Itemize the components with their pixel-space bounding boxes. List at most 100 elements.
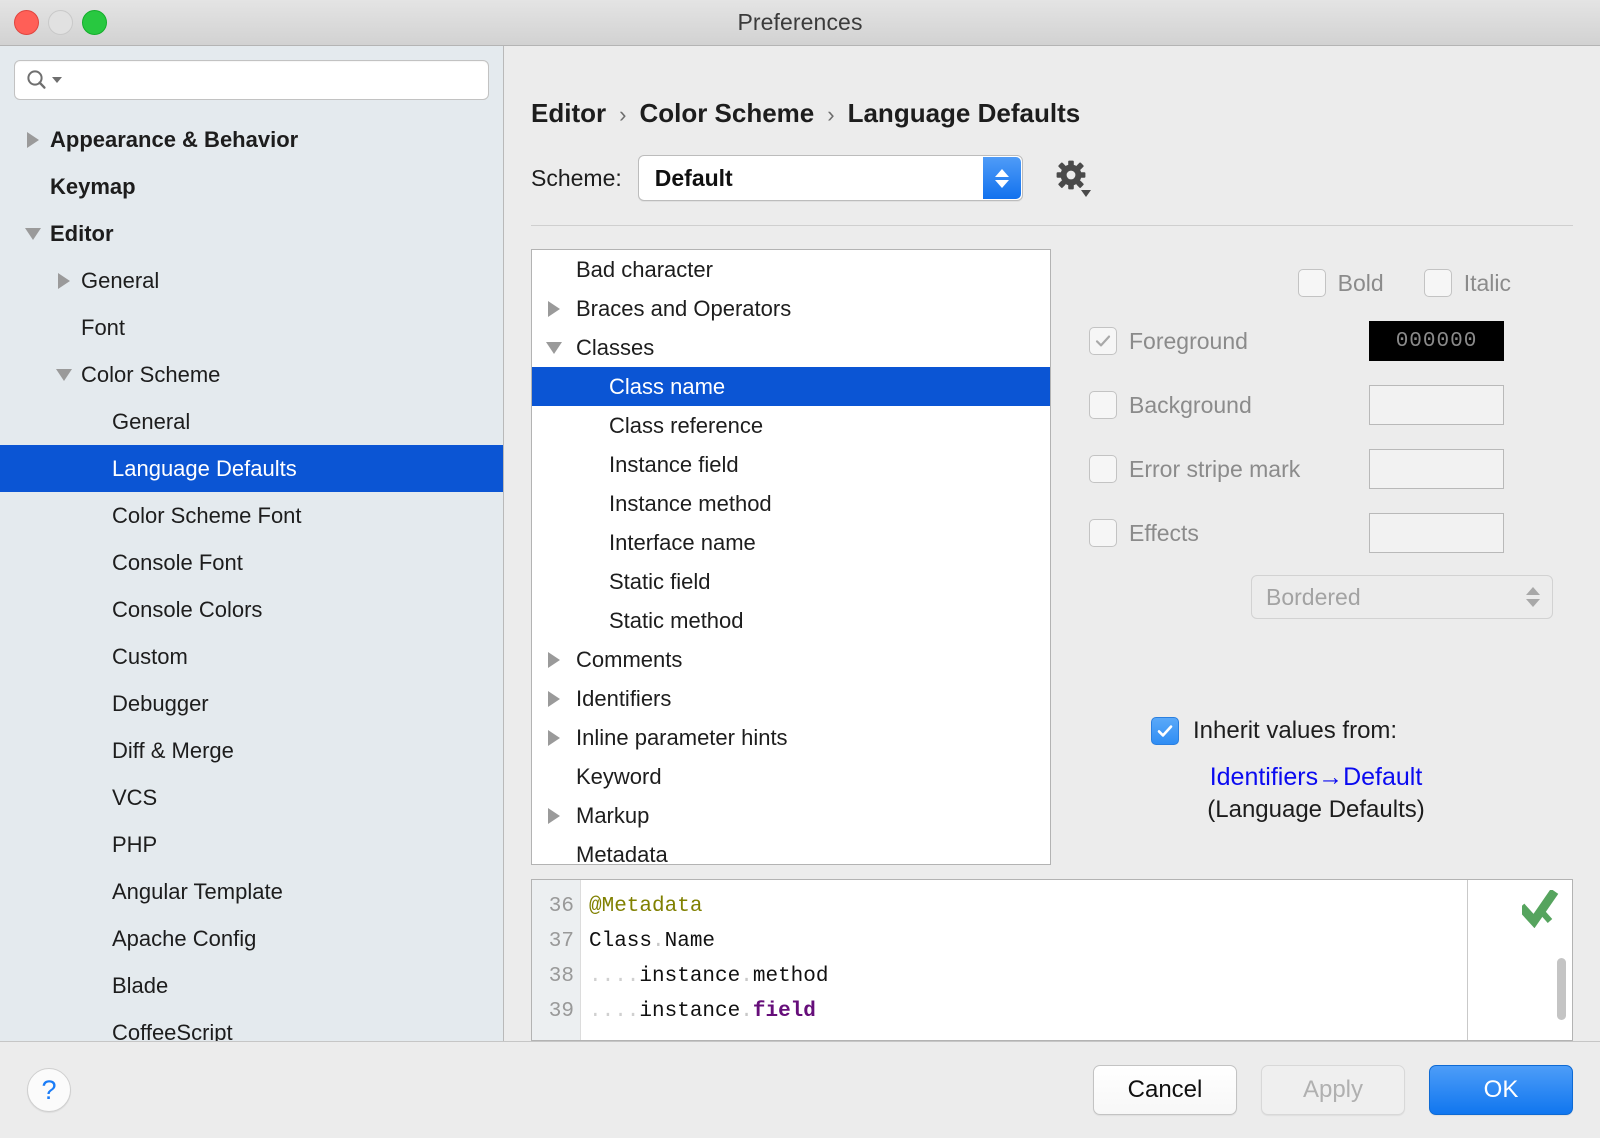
attribute-tree-row[interactable]: Instance method	[532, 484, 1050, 523]
sidebar-item[interactable]: Blade	[0, 962, 503, 1009]
apply-button[interactable]: Apply	[1261, 1065, 1405, 1115]
attribute-checkbox-pair[interactable]: Foreground	[1089, 327, 1369, 355]
effect-type-stepper-icon[interactable]	[1526, 576, 1540, 618]
cancel-button[interactable]: Cancel	[1093, 1065, 1237, 1115]
color-swatch[interactable]	[1369, 449, 1504, 489]
sidebar-item[interactable]: Console Colors	[0, 586, 503, 633]
chevron-down-icon[interactable]	[25, 227, 41, 240]
search-box[interactable]	[14, 60, 489, 100]
attribute-tree-row[interactable]: Static method	[532, 601, 1050, 640]
twisty[interactable]	[532, 651, 576, 668]
zoom-button[interactable]	[82, 10, 107, 35]
attribute-tree-row[interactable]: Metadata	[532, 835, 1050, 865]
attribute-tree-row[interactable]: Markup	[532, 796, 1050, 835]
twisty[interactable]	[47, 368, 81, 381]
breadcrumb-part[interactable]: Color Scheme	[639, 98, 814, 129]
sidebar-item[interactable]: Color Scheme	[0, 351, 503, 398]
sidebar-item[interactable]: Console Font	[0, 539, 503, 586]
sidebar-item[interactable]: Apache Config	[0, 915, 503, 962]
bold-checkbox[interactable]	[1297, 269, 1326, 297]
attribute-tree-row[interactable]: Bad character	[532, 250, 1050, 289]
twisty[interactable]	[532, 729, 576, 746]
twisty[interactable]	[532, 807, 576, 824]
chevron-right-icon[interactable]	[548, 729, 560, 746]
inherit-row[interactable]: Inherit values from:	[1151, 717, 1573, 745]
italic-checkbox-pair[interactable]: Italic	[1423, 269, 1511, 297]
sidebar-item[interactable]: Keymap	[0, 163, 503, 210]
sidebar-item[interactable]: Debugger	[0, 680, 503, 727]
close-button[interactable]	[14, 10, 39, 35]
search-input[interactable]	[70, 69, 478, 91]
line-number: 39	[548, 1000, 574, 1023]
attribute-tree-row[interactable]: Braces and Operators	[532, 289, 1050, 328]
attribute-checkbox-pair[interactable]: Error stripe mark	[1089, 455, 1369, 483]
twisty[interactable]	[532, 300, 576, 317]
sidebar-item[interactable]: Diff & Merge	[0, 727, 503, 774]
inherit-source-link[interactable]: Identifiers→Default	[1210, 763, 1423, 791]
preview-code[interactable]: @Metadata Class.Name ....instance.method..…	[581, 880, 1467, 1040]
attribute-checkbox[interactable]	[1089, 519, 1117, 547]
effect-type-select[interactable]: Bordered	[1251, 575, 1553, 619]
attribute-tree-row[interactable]: Keyword	[532, 757, 1050, 796]
sidebar-item[interactable]: Custom	[0, 633, 503, 680]
chevron-right-icon[interactable]	[27, 131, 39, 148]
chevron-right-icon[interactable]	[58, 272, 70, 289]
search-dropdown-icon[interactable]	[50, 73, 64, 87]
chevron-down-icon[interactable]	[546, 341, 562, 354]
inherit-checkbox[interactable]	[1151, 717, 1179, 745]
sidebar-item[interactable]: Appearance & Behavior	[0, 116, 503, 163]
attribute-tree-row[interactable]: Comments	[532, 640, 1050, 679]
preview-scrollbar[interactable]	[1557, 958, 1566, 1020]
chevron-right-icon[interactable]	[548, 651, 560, 668]
bold-checkbox-pair[interactable]: Bold	[1297, 269, 1384, 297]
chevron-right-icon[interactable]	[548, 807, 560, 824]
sidebar-item[interactable]: Language Defaults	[0, 445, 503, 492]
attribute-tree-row[interactable]: Inline parameter hints	[532, 718, 1050, 757]
ok-button[interactable]: OK	[1429, 1065, 1573, 1115]
sidebar-item[interactable]: Angular Template	[0, 868, 503, 915]
chevron-right-icon[interactable]	[548, 300, 560, 317]
chevron-down-icon[interactable]	[56, 368, 72, 381]
sidebar-item[interactable]: VCS	[0, 774, 503, 821]
color-swatch[interactable]	[1369, 385, 1504, 425]
attribute-tree-row[interactable]: Class name	[532, 367, 1050, 406]
twisty[interactable]	[532, 690, 576, 707]
minimize-button[interactable]	[48, 10, 73, 35]
sidebar-item[interactable]: PHP	[0, 821, 503, 868]
code-preview[interactable]: 36 37 38 39 @Metadata Class.Name ....instance…	[531, 879, 1573, 1041]
dialog-footer: ? Cancel Apply OK	[0, 1041, 1600, 1138]
sidebar-item[interactable]: Color Scheme Font	[0, 492, 503, 539]
scheme-select[interactable]: Default	[637, 155, 1023, 201]
sidebar-item-label: General	[81, 267, 160, 293]
attribute-tree-row[interactable]: Interface name	[532, 523, 1050, 562]
attribute-tree-row[interactable]: Static field	[532, 562, 1050, 601]
color-swatch[interactable]: 000000	[1369, 321, 1504, 361]
twisty[interactable]	[532, 341, 576, 354]
twisty[interactable]	[16, 227, 50, 240]
sidebar-item[interactable]: General	[0, 398, 503, 445]
scheme-stepper-icon[interactable]	[982, 157, 1021, 199]
attribute-tree-row[interactable]: Classes	[532, 328, 1050, 367]
twisty[interactable]	[47, 272, 81, 289]
breadcrumb-part[interactable]: Editor	[531, 98, 606, 129]
sidebar-item[interactable]: General	[0, 257, 503, 304]
chevron-right-icon[interactable]	[548, 690, 560, 707]
italic-checkbox[interactable]	[1423, 269, 1452, 297]
gear-icon[interactable]	[1053, 158, 1093, 198]
sidebar-item[interactable]: CoffeeScript	[0, 1009, 503, 1042]
twisty[interactable]	[16, 131, 50, 148]
sidebar-item-label: Font	[81, 314, 126, 340]
sidebar-item[interactable]: Font	[0, 304, 503, 351]
attribute-tree-row[interactable]: Class reference	[532, 406, 1050, 445]
sidebar-item[interactable]: Editor	[0, 210, 503, 257]
attribute-checkbox[interactable]	[1089, 455, 1117, 483]
color-swatch[interactable]	[1369, 513, 1504, 553]
help-button[interactable]: ?	[27, 1068, 71, 1112]
attribute-checkbox-pair[interactable]: Background	[1089, 391, 1369, 419]
attribute-tree-row[interactable]: Instance field	[532, 445, 1050, 484]
color-attribute-tree[interactable]: Bad character Braces and Operators Classes…	[531, 249, 1051, 865]
attribute-tree-row[interactable]: Identifiers	[532, 679, 1050, 718]
attribute-checkbox[interactable]	[1089, 327, 1117, 355]
attribute-checkbox-pair[interactable]: Effects	[1089, 519, 1369, 547]
attribute-checkbox[interactable]	[1089, 391, 1117, 419]
